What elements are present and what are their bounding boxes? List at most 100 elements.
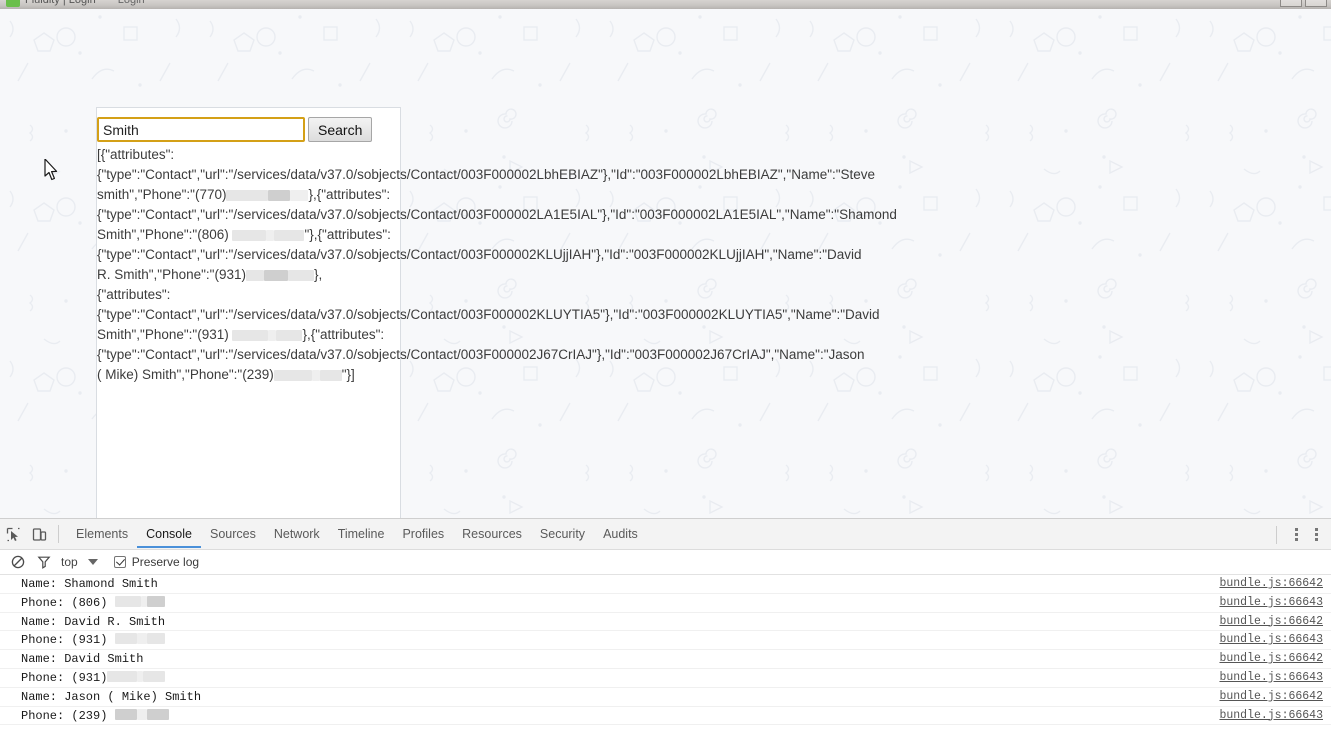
close-devtools-icon[interactable] (1307, 524, 1325, 546)
console-source-link[interactable]: bundle.js:66643 (1219, 669, 1323, 688)
toolbar-divider (58, 525, 59, 543)
redacted-text (276, 330, 303, 341)
redacted-text (245, 270, 264, 281)
json-result-line: smith","Phone":"(770)},{"attributes": (97, 187, 391, 202)
json-result-line: [{"attributes": (97, 147, 175, 162)
console-filter-bar: top Preserve log (0, 550, 1331, 575)
devtools-tab-sources[interactable]: Sources (201, 521, 265, 548)
redacted-text (232, 330, 269, 341)
maximize-button[interactable] (1305, 0, 1327, 7)
console-message-text: Phone: (931) (21, 670, 166, 685)
redacted-text (114, 708, 137, 720)
devtools-panel: Elements Console Sources Network Timelin… (0, 518, 1331, 733)
page-viewport: Search [{"attributes": {"type":"Contact",… (0, 9, 1331, 518)
console-message-row: Phone: (239) bundle.js:66643 (0, 707, 1331, 726)
device-toolbar-icon[interactable] (26, 521, 52, 547)
preserve-log-label: Preserve log (131, 555, 200, 569)
console-message-text: Phone: (239) (21, 708, 169, 723)
json-result-line: {"type":"Contact","url":"/services/data/… (97, 167, 876, 182)
json-result-line: ( Mike) Smith","Phone":"(239) "}] (97, 367, 355, 382)
redacted-text (146, 595, 165, 607)
redacted-text (114, 633, 137, 645)
redacted-text (287, 270, 314, 281)
console-source-link[interactable]: bundle.js:66642 (1219, 575, 1323, 594)
console-context-selector[interactable]: top (61, 555, 78, 569)
redacted-text (140, 595, 147, 607)
console-source-link[interactable]: bundle.js:66643 (1219, 631, 1323, 650)
browser-tab-title[interactable]: Fluidity | Login (25, 0, 106, 6)
redacted-text (274, 230, 305, 241)
console-message-text: Phone: (931) (21, 633, 165, 647)
console-message-row: Name: Jason ( Mike) Smith bundle.js:66642 (0, 688, 1331, 707)
devtools-toolbar-right (1270, 519, 1325, 550)
devtools-tab-security[interactable]: Security (531, 521, 594, 548)
filter-funnel-icon[interactable] (31, 549, 57, 575)
screen: Fluidity | Login Login Smith Search [{"a… (0, 0, 1331, 733)
devtools-tab-resources[interactable]: Resources (453, 521, 531, 548)
redacted-text (146, 708, 169, 720)
window-controls (1280, 0, 1327, 7)
redacted-text (114, 595, 141, 607)
redacted-text (273, 370, 312, 381)
console-message-text: Phone: (806) (21, 595, 165, 610)
clear-console-icon[interactable] (5, 549, 31, 575)
vertical-dots-icon[interactable] (1287, 524, 1305, 546)
minimize-button[interactable] (1280, 0, 1302, 7)
devtools-tab-profiles[interactable]: Profiles (393, 521, 453, 548)
search-input[interactable] (97, 117, 305, 142)
redacted-text (107, 670, 138, 682)
console-message-text: Name: David Smith (21, 652, 144, 667)
json-result-line: {"type":"Contact","url":"/services/data/… (97, 307, 880, 322)
console-source-link[interactable]: bundle.js:66643 (1219, 594, 1323, 613)
redacted-text (232, 230, 267, 241)
redacted-text (263, 270, 288, 281)
preserve-log-toggle[interactable]: Preserve log (113, 555, 200, 569)
console-source-link[interactable]: bundle.js:66642 (1219, 688, 1323, 707)
console-message-row: Phone: (931) bundle.js:66643 (0, 631, 1331, 651)
redacted-text (268, 330, 277, 341)
toolbar-divider-right (1276, 525, 1277, 544)
redacted-text (226, 190, 269, 201)
redacted-text (146, 633, 165, 645)
json-result-line: Smith","Phone":"(931) },{"attributes": (97, 327, 385, 342)
redacted-text (311, 370, 320, 381)
console-message-row: Name: David R. Smith bundle.js:66642 (0, 613, 1331, 632)
devtools-tab-audits[interactable]: Audits (594, 521, 647, 548)
console-message-row: Name: David Smith bundle.js:66642 (0, 650, 1331, 669)
console-message-row: Phone: (806) bundle.js:66643 (0, 594, 1331, 613)
json-result-line: {"type":"Contact","url":"/services/data/… (97, 207, 897, 222)
console-message-row: Phone: (931) bundle.js:66643 (0, 669, 1331, 688)
redacted-text (136, 708, 147, 720)
devtools-tab-network[interactable]: Network (265, 521, 329, 548)
chevron-down-icon[interactable] (87, 559, 98, 565)
search-form: Search (97, 117, 373, 142)
json-result-line: {"type":"Contact","url":"/services/data/… (97, 247, 862, 262)
inspect-element-icon[interactable] (0, 521, 26, 547)
redacted-text (136, 633, 147, 645)
search-button[interactable]: Search (308, 117, 373, 142)
json-result-line: R. Smith","Phone":"(931)}, (97, 267, 323, 282)
console-source-link[interactable]: bundle.js:66642 (1219, 650, 1323, 669)
redacted-text (268, 190, 291, 201)
app-favicon (6, 0, 20, 7)
preserve-log-checkbox[interactable] (113, 556, 126, 568)
browser-tab-secondary[interactable]: Login (118, 0, 145, 6)
json-result-line: Smith","Phone":"(806) "},{"attributes": (97, 227, 391, 242)
console-source-link[interactable]: bundle.js:66643 (1219, 707, 1323, 726)
json-result-line: {"type":"Contact","url":"/services/data/… (97, 347, 865, 362)
console-message-list[interactable]: Name: Shamond Smith bundle.js:66642 Phone:… (0, 575, 1331, 726)
devtools-tabbar: Elements Console Sources Network Timelin… (0, 519, 1331, 550)
redacted-text (266, 230, 275, 241)
mouse-pointer (44, 159, 58, 181)
devtools-tab-elements[interactable]: Elements (67, 521, 137, 548)
redacted-text (319, 370, 342, 381)
devtools-tab-timeline[interactable]: Timeline (329, 521, 394, 548)
json-result-line: {"attributes": (97, 287, 171, 302)
json-result-output: [{"attributes": {"type":"Contact","url":"… (97, 145, 1197, 385)
devtools-tab-console[interactable]: Console (137, 521, 201, 548)
redacted-text (143, 670, 166, 682)
console-message-text: Name: David R. Smith (21, 614, 166, 629)
console-source-link[interactable]: bundle.js:66642 (1219, 613, 1323, 632)
console-message-text: Name: Jason ( Mike) Smith (21, 689, 202, 704)
redacted-text (290, 190, 309, 201)
